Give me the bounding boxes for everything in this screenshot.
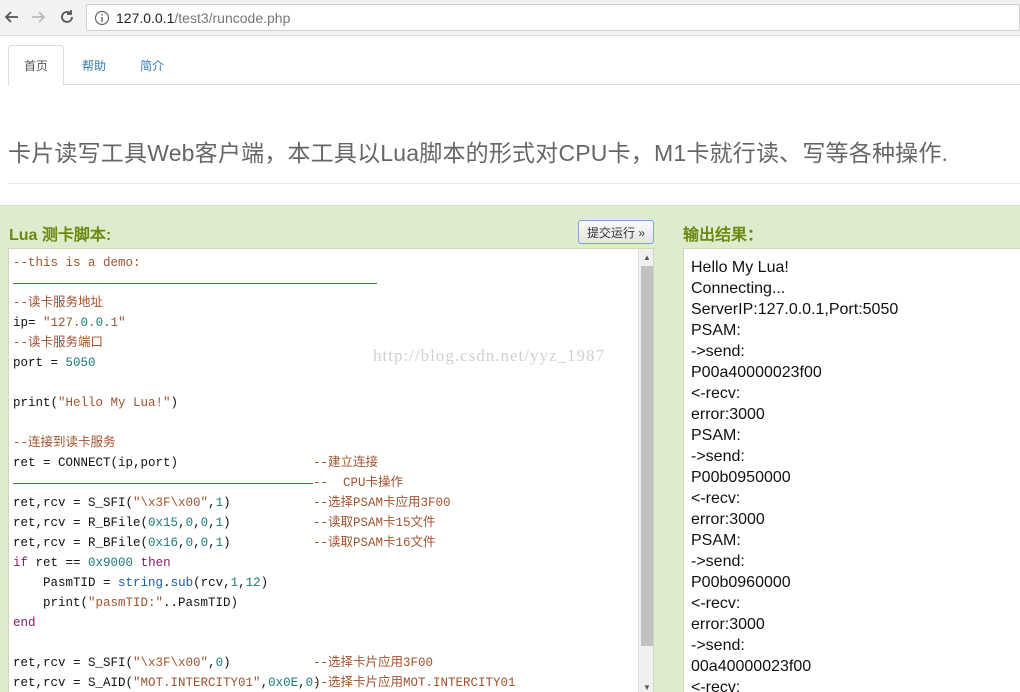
output-line: ->send: [691, 343, 745, 360]
code-text: ret = CONNECT(ip,port) [13, 456, 179, 470]
code-text: ret,rcv = S_SFI("\x3F\x00",0) [13, 656, 231, 670]
address-bar[interactable]: 127.0.0.1/test3/runcode.php [86, 4, 1020, 31]
code-line: ret = CONNECT(ip,port) --建立连接 [13, 453, 638, 473]
output-line: error:3000 [691, 616, 765, 633]
code-line: --this is a demo: [13, 253, 638, 273]
output-line: PSAM: [691, 532, 741, 549]
output-line: ->send: [691, 637, 745, 654]
code-text: --读卡服务地址 [13, 296, 104, 310]
code-text: ret,rcv = S_AID("MOT.INTERCITY01",0x0E,0… [13, 676, 321, 690]
code-text: if ret == 0x9000 then [13, 556, 171, 570]
code-text: ret,rcv = R_BFile(0x16,0,0,1) [13, 536, 231, 550]
code-line: ret,rcv = R_BFile(0x15,0,0,1) --读取PSAM卡15… [13, 513, 638, 533]
code-line: ip= "127.0.0.1" [13, 313, 638, 333]
code-line: end [13, 613, 638, 633]
output-line: <-recv: [691, 385, 741, 402]
tab-home[interactable]: 首页 [8, 45, 64, 86]
page-info-icon[interactable] [94, 10, 110, 26]
output-lines: Hello My Lua! Connecting... ServerIP:127.0… [691, 257, 898, 692]
run-button[interactable]: 提交运行 » [578, 220, 654, 244]
code-line: ret,rcv = S_SFI("\x3F\x00",1) --选择PSAM卡应用… [13, 493, 638, 513]
url-host: 127.0.0.1 [116, 10, 175, 26]
code-line: ret,rcv = S_AID("MOT.INTERCITY01",0x0E,0… [13, 673, 638, 692]
divider [8, 183, 1020, 184]
comment-rule [13, 283, 377, 284]
code-text: port = 5050 [13, 356, 96, 370]
output-line: error:3000 [691, 511, 765, 528]
forward-arrow-icon[interactable] [28, 7, 48, 27]
code-line: PasmTID = string.sub(rcv,1,12) [13, 573, 638, 593]
inline-comment: --选择PSAM卡应用3F00 [313, 496, 451, 510]
reload-icon[interactable] [57, 7, 77, 27]
code-text: print("Hello My Lua!") [13, 396, 179, 410]
output-line: PSAM: [691, 427, 741, 444]
output-line: Hello My Lua! [691, 259, 789, 276]
inline-comment: --读取PSAM卡15文件 [313, 516, 436, 530]
code-line: if ret == 0x9000 then [13, 553, 638, 573]
code-line: -- CPU卡操作 [13, 473, 638, 493]
browser-toolbar: 127.0.0.1/test3/runcode.php [0, 0, 1020, 36]
code-text: --this is a demo: [13, 256, 141, 270]
code-text: end [13, 616, 36, 630]
url-path: /test3/runcode.php [174, 10, 291, 26]
tab-label: 首页 [23, 59, 48, 73]
output-box: Hello My Lua! Connecting... ServerIP:127.0… [683, 248, 1020, 692]
url-text: 127.0.0.1/test3/runcode.php [116, 10, 290, 26]
output-line: Connecting... [691, 280, 786, 297]
code-text: ret,rcv = R_BFile(0x15,0,0,1) [13, 516, 231, 530]
code-text: PasmTID = string.sub(rcv,1,12) [13, 576, 269, 590]
inline-comment: --读取PSAM卡16文件 [313, 536, 436, 550]
code-area[interactable]: --this is a demo: --读卡服务地址 ip= "127.0.0.… [13, 253, 638, 692]
output-line: P00a40000023f00 [691, 364, 822, 381]
inline-comment: -- CPU卡操作 [313, 476, 404, 490]
output-line: ->send: [691, 448, 745, 465]
main-panel: Lua 测卡脚本: 提交运行 » 输出结果： --this is a demo:… [0, 205, 1020, 692]
nav-tabs: 首页 帮助 简介 [8, 45, 1020, 86]
output-line: PSAM: [691, 322, 741, 339]
code-line: port = 5050 [13, 353, 638, 373]
code-line: ret,rcv = S_SFI("\x3F\x00",0) --选择卡片应用3F0… [13, 653, 638, 673]
scroll-up-icon[interactable]: ▲ [639, 249, 653, 265]
output-line: 00a40000023f00 [691, 658, 812, 675]
code-line: ret,rcv = R_BFile(0x16,0,0,1) --读取PSAM卡16… [13, 533, 638, 553]
tab-about[interactable]: 简介 [128, 45, 176, 85]
code-text: ret,rcv = S_SFI("\x3F\x00",1) [13, 496, 231, 510]
scroll-down-icon[interactable]: ▼ [639, 679, 653, 692]
inline-comment: --选择卡片应用MOT.INTERCITY01 [313, 676, 516, 690]
output-label: 输出结果： [683, 227, 764, 244]
output-line: ->send: [691, 553, 745, 570]
code-text: --连接到读卡服务 [13, 436, 116, 450]
tab-label: 简介 [139, 58, 164, 73]
output-line: ServerIP:127.0.0.1,Port:5050 [691, 301, 899, 318]
inline-comment: --建立连接 [313, 456, 379, 470]
output-line: P00b0950000 [691, 469, 791, 486]
code-text: print("pasmTID:"..PasmTID) [13, 596, 239, 610]
tab-label: 帮助 [81, 58, 106, 73]
comment-rule [13, 483, 313, 484]
code-line: --读卡服务端口 [13, 333, 638, 353]
code-text: ip= "127.0.0.1" [13, 316, 126, 330]
page-title: 卡片读写工具Web客户端，本工具以Lua脚本的形式对CPU卡，M1卡就行读、写等… [8, 140, 949, 166]
code-line: print("pasmTID:"..PasmTID) [13, 593, 638, 613]
code-line: print("Hello My Lua!") [13, 393, 638, 413]
code-line: --读卡服务地址 [13, 293, 638, 313]
output-line: <-recv: [691, 490, 741, 507]
script-editor[interactable]: --this is a demo: --读卡服务地址 ip= "127.0.0.… [8, 248, 654, 692]
scroll-thumb[interactable] [641, 266, 653, 646]
output-line: <-recv: [691, 679, 741, 692]
output-line: error:3000 [691, 406, 765, 423]
output-line: P00b0960000 [691, 574, 791, 591]
editor-scrollbar[interactable]: ▲ ▼ [638, 249, 653, 692]
back-arrow-icon[interactable] [2, 7, 22, 27]
output-line: <-recv: [691, 595, 741, 612]
tab-help[interactable]: 帮助 [70, 45, 118, 85]
inline-comment: --选择卡片应用3F00 [313, 656, 434, 670]
code-text: --读卡服务端口 [13, 336, 104, 350]
script-label: Lua 测卡脚本: [9, 227, 112, 244]
code-line: --连接到读卡服务 [13, 433, 638, 453]
code-line [13, 273, 638, 293]
